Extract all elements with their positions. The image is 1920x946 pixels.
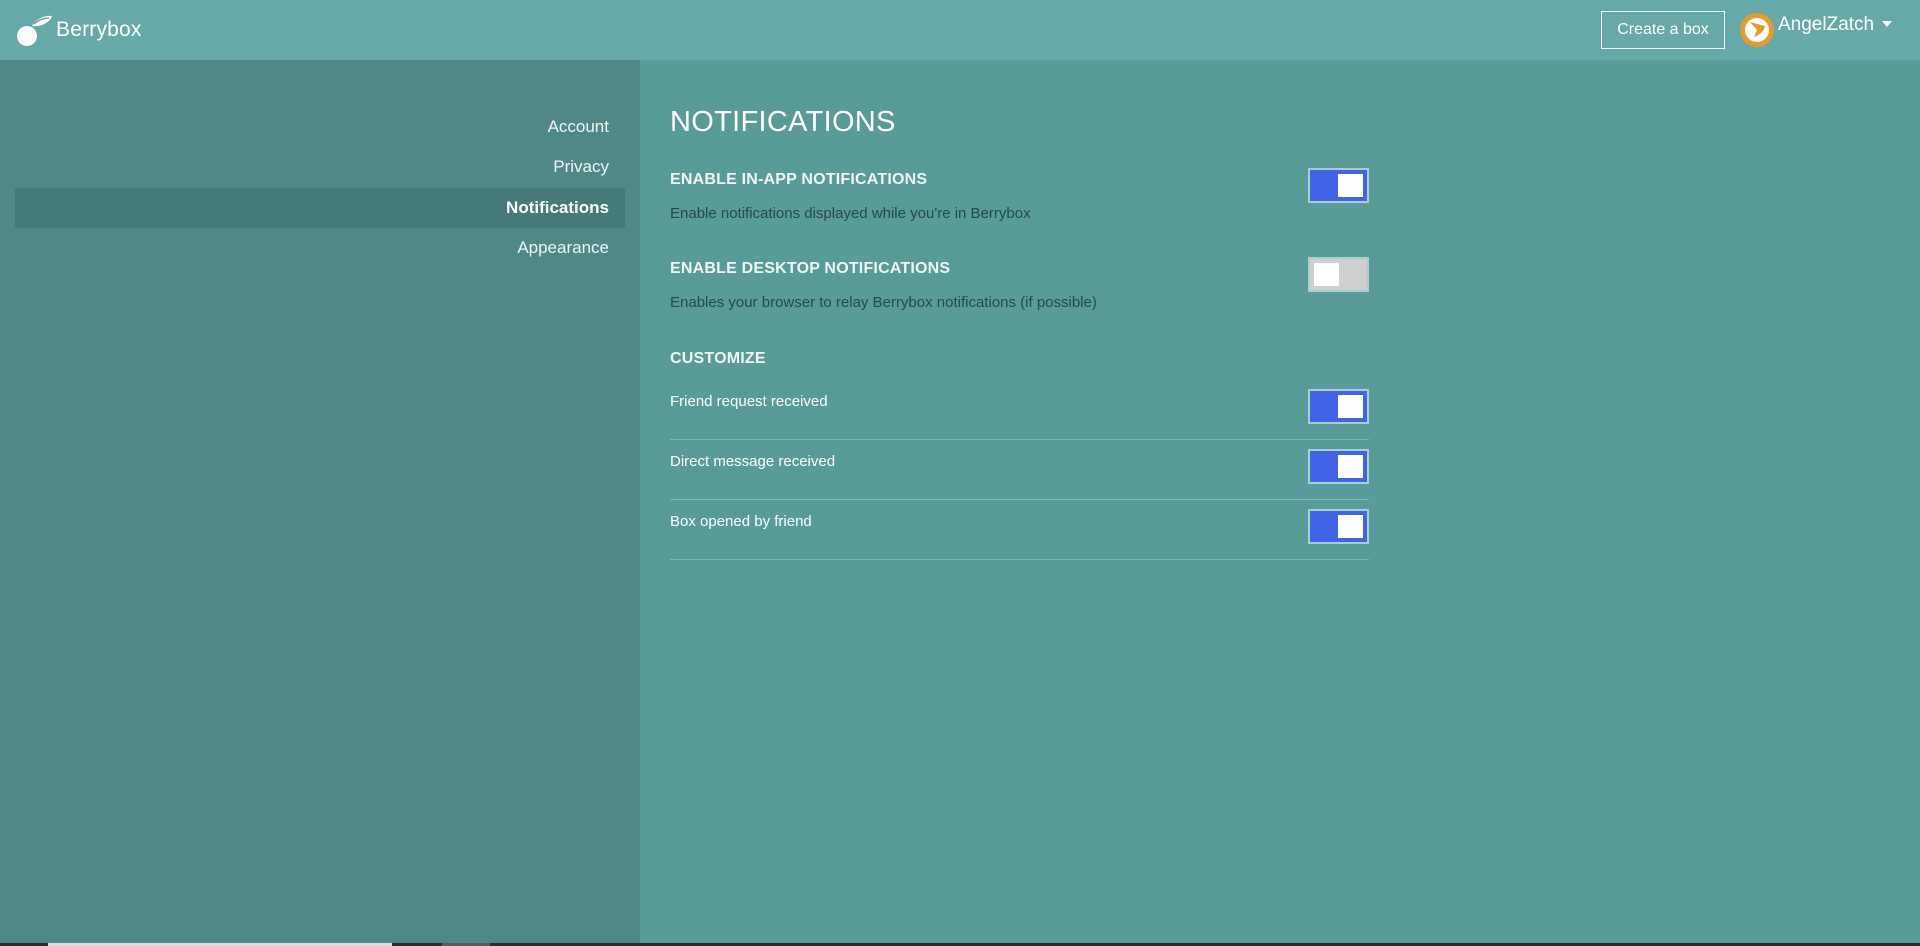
row-divider bbox=[670, 559, 1369, 560]
box-opened-toggle[interactable] bbox=[1308, 509, 1369, 544]
create-box-button[interactable]: Create a box bbox=[1601, 11, 1725, 49]
in-app-notifications-title: ENABLE IN-APP NOTIFICATIONS bbox=[670, 171, 928, 188]
row-divider bbox=[670, 499, 1369, 500]
in-app-notifications-toggle[interactable] bbox=[1308, 168, 1369, 203]
row-divider bbox=[670, 439, 1369, 440]
box-opened-label: Box opened by friend bbox=[670, 513, 812, 530]
toggle-knob bbox=[1338, 455, 1363, 478]
desktop-notifications-description: Enables your browser to relay Berrybox n… bbox=[670, 294, 1097, 311]
top-bar: Berrybox Create a box AngelZatch bbox=[0, 0, 1920, 60]
settings-sidebar: Account Privacy Notifications Appearance bbox=[0, 60, 640, 946]
caret-down-icon bbox=[1882, 21, 1893, 27]
sidebar-item-notifications[interactable]: Notifications bbox=[15, 188, 625, 228]
notifications-panel: NOTIFICATIONS ENABLE IN-APP NOTIFICATION… bbox=[640, 60, 1920, 946]
berry-logo-icon bbox=[17, 15, 52, 46]
toggle-knob bbox=[1338, 515, 1363, 538]
in-app-notifications-description: Enable notifications displayed while you… bbox=[670, 205, 1031, 222]
sidebar-item-account[interactable]: Account bbox=[15, 107, 625, 147]
username: AngelZatch bbox=[1778, 14, 1875, 35]
page-title: NOTIFICATIONS bbox=[670, 106, 896, 138]
sidebar-item-privacy[interactable]: Privacy bbox=[15, 147, 625, 187]
customize-title: CUSTOMIZE bbox=[670, 350, 766, 367]
user-menu[interactable]: AngelZatch bbox=[1740, 10, 1893, 50]
sidebar-item-appearance[interactable]: Appearance bbox=[15, 228, 625, 268]
app-logo[interactable]: Berrybox bbox=[14, 12, 142, 48]
toggle-knob bbox=[1338, 174, 1363, 197]
avatar-icon bbox=[1740, 13, 1774, 47]
friend-request-toggle[interactable] bbox=[1308, 389, 1369, 424]
desktop-notifications-toggle[interactable] bbox=[1308, 257, 1369, 292]
toggle-knob bbox=[1314, 263, 1339, 286]
direct-message-label: Direct message received bbox=[670, 453, 836, 470]
toggle-knob bbox=[1338, 395, 1363, 418]
direct-message-toggle[interactable] bbox=[1308, 449, 1369, 484]
friend-request-label: Friend request received bbox=[670, 393, 828, 410]
app-name: Berrybox bbox=[56, 18, 142, 41]
desktop-notifications-title: ENABLE DESKTOP NOTIFICATIONS bbox=[670, 260, 951, 277]
